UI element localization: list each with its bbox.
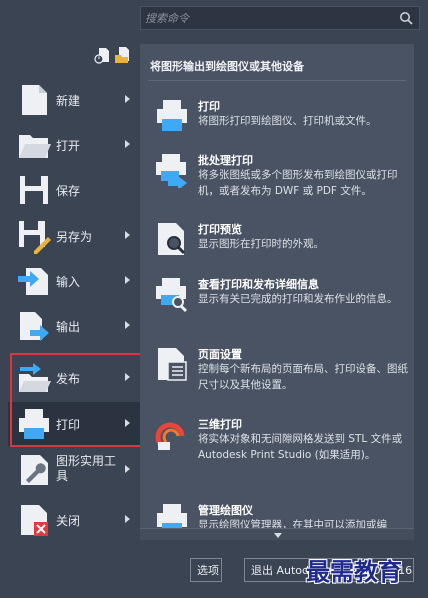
submenu-arrow-icon (125, 231, 130, 239)
menu-item-close[interactable]: 关闭 (8, 498, 140, 542)
divider (148, 80, 406, 81)
menu-item-export[interactable]: 输出 (8, 304, 140, 348)
menu-item-import[interactable]: 输入 (8, 259, 140, 303)
submenu-arrow-icon (125, 419, 130, 427)
submenu-arrow-icon (125, 515, 130, 523)
menu-item-save-as[interactable]: 另存为 (8, 214, 140, 258)
menu-item-label: 打印 (56, 418, 81, 432)
menu-item-label: 图形实用工具 (56, 454, 117, 483)
menu-item-label: 打开 (56, 139, 81, 153)
menu-item-label: 输出 (56, 320, 81, 334)
submenu-item-title: 批处理打印 (198, 154, 253, 167)
application-menu: 新建 打开 保存 另存为 输入 输出 发布 打印 图形实用工具 关闭 (8, 78, 140, 548)
menu-item-save[interactable]: 保存 (8, 168, 140, 212)
close-document-icon (21, 505, 48, 536)
printer-icon (19, 409, 49, 439)
new-document-icon (22, 85, 47, 115)
printer-icon (157, 100, 187, 131)
submenu-item-description: 将图形打印到绘图仪、打印机或文件。 (198, 115, 377, 127)
preview-magnifier-icon (158, 223, 186, 255)
submenu-arrow-icon (125, 321, 130, 329)
menu-item-drawing-utilities[interactable]: 图形实用工具 (8, 448, 140, 492)
submenu-item-title: 页面设置 (198, 348, 242, 361)
menu-item-label: 新建 (56, 94, 81, 108)
menu-item-open[interactable]: 打开 (8, 123, 140, 167)
menu-item-label: 输入 (56, 275, 81, 289)
print-details-icon (156, 278, 188, 312)
submenu-arrow-icon (125, 465, 130, 473)
scroll-down-bar[interactable] (140, 528, 414, 540)
search-input[interactable] (145, 9, 395, 27)
submenu-item-description: 显示有关已完成的打印和发布作业的信息。 (198, 293, 398, 305)
options-button[interactable]: 选项 (190, 558, 222, 582)
submenu-item-title: 管理绘图仪 (198, 504, 253, 517)
panel-title: 将图形输出到绘图仪或其他设备 (150, 60, 304, 73)
print-submenu-panel: 将图形输出到绘图仪或其他设备 打印 将图形打印到绘图仪、打印机或文件。 批处理打… (140, 44, 414, 540)
menu-item-print[interactable]: 打印 (8, 402, 140, 446)
export-icon (20, 312, 49, 341)
menu-item-label: 关闭 (56, 514, 81, 528)
menu-item-label: 发布 (56, 372, 81, 386)
save-disk-icon (20, 176, 48, 204)
submenu-arrow-icon (125, 140, 130, 148)
open-documents-icon[interactable] (114, 46, 132, 64)
submenu-item-description: 将实体对象和无间隙网格发送到 STL 文件或 Autodesk Print St… (198, 433, 403, 461)
3d-print-icon (155, 422, 185, 450)
quick-access-icons (92, 46, 136, 66)
submenu-item-title: 查看打印和发布详细信息 (198, 278, 319, 291)
menu-item-new[interactable]: 新建 (8, 78, 140, 122)
submenu-arrow-icon (125, 276, 130, 284)
publish-icon (19, 363, 51, 392)
page-setup-icon (158, 348, 187, 381)
submenu-arrow-icon (125, 373, 130, 381)
batch-plot-icon (156, 154, 187, 188)
scroll-down-arrow-icon[interactable] (274, 533, 282, 538)
watermark-logo: 最需教育 (306, 557, 402, 586)
submenu-item-title: 三维打印 (198, 418, 242, 431)
submenu-item-description: 显示图形在打印时的外观。 (198, 238, 324, 250)
menu-item-label: 另存为 (56, 230, 93, 244)
open-folder-icon (19, 135, 51, 158)
import-icon (18, 268, 48, 295)
search-icon[interactable] (399, 11, 413, 25)
submenu-item-description: 将多张图纸或多个图形发布到绘图仪或打印机，或者发布为 DWF 或 PDF 文件。 (198, 169, 398, 197)
search-box[interactable] (140, 6, 420, 30)
menu-item-publish[interactable]: 发布 (8, 356, 140, 400)
submenu-item-title: 打印预览 (198, 223, 242, 236)
submenu-item-title: 打印 (198, 100, 220, 113)
submenu-item-description: 控制每个新布局的页面布局、打印设备、图纸尺寸以及其他设置。 (198, 363, 408, 391)
wrench-icon (21, 455, 48, 485)
recent-documents-icon[interactable] (94, 46, 112, 64)
save-as-icon (19, 221, 51, 254)
submenu-arrow-icon (125, 95, 130, 103)
menu-item-label: 保存 (56, 184, 81, 198)
